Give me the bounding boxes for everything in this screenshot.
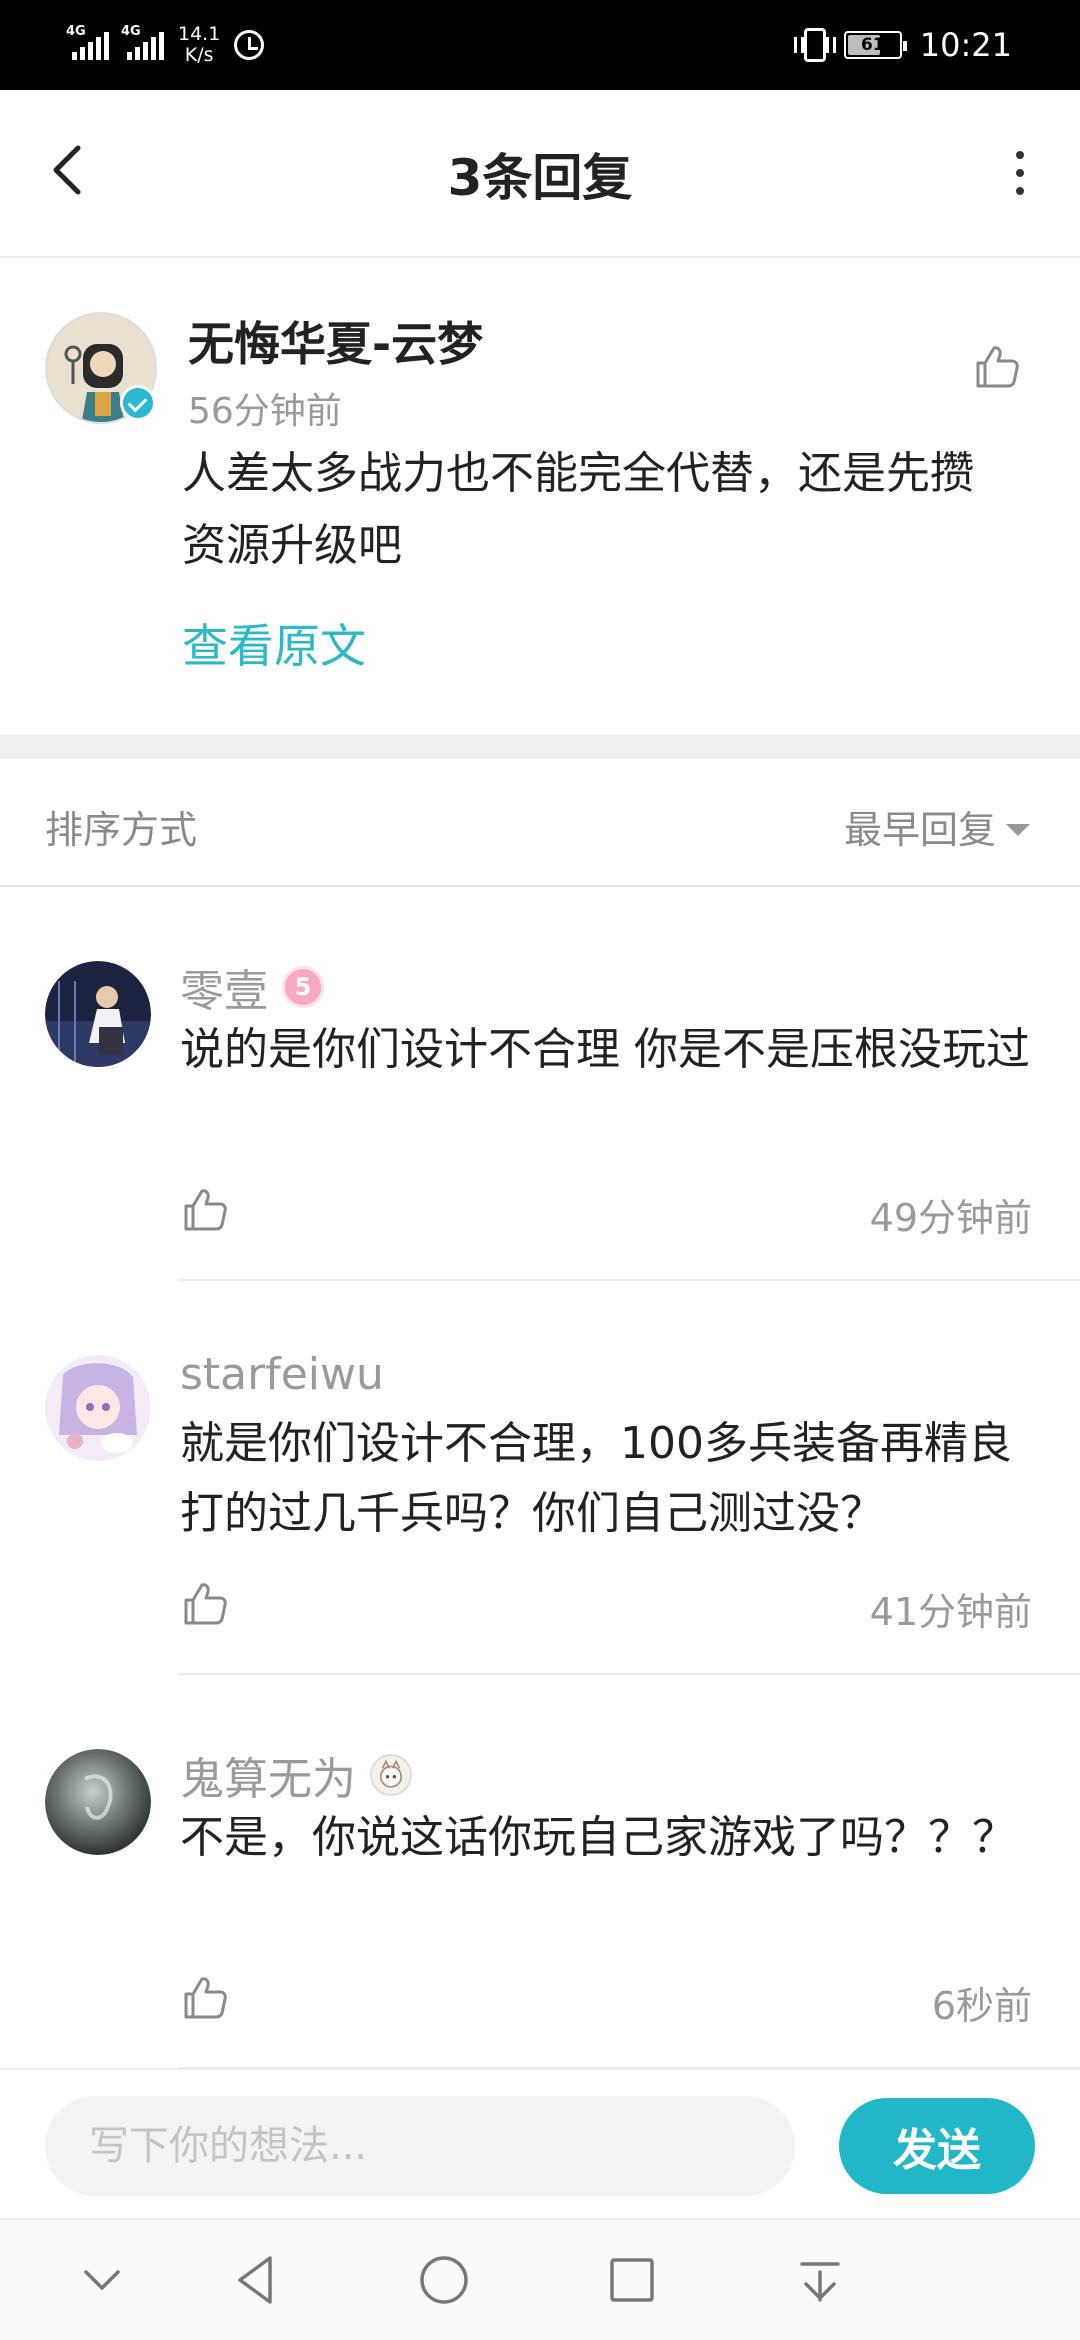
reply-author[interactable]: starfeiwu — [180, 1349, 384, 1400]
nav-recents-button[interactable] — [602, 2250, 662, 2310]
alarm-icon — [234, 30, 265, 60]
verified-check-icon — [120, 385, 156, 421]
speed-value: 14.1 — [178, 23, 221, 45]
nav-download-button[interactable] — [790, 2250, 850, 2310]
like-button[interactable] — [180, 1579, 230, 1629]
reply-item: starfeiwu 就是你们设计不合理，100多兵装备再精良打的过几千兵吗？你们… — [0, 1283, 1080, 1675]
more-options-button[interactable] — [990, 138, 1050, 208]
sort-bar: 排序方式 最早回复 — [0, 759, 1080, 887]
reply-time: 41分钟前 — [869, 1590, 1032, 1634]
reply-text: 不是，你说这话你玩自己家游戏了吗？？？ — [180, 1812, 1016, 1863]
nav-download-icon — [800, 2262, 840, 2302]
post-time: 56分钟前 — [188, 391, 342, 432]
signal-strength-icon-2: 4G — [121, 24, 164, 60]
divider — [178, 1279, 1080, 1281]
reply-text: 说的是你们设计不合理 你是不是压根没玩过 — [180, 1024, 1030, 1075]
chibi-badge-icon — [370, 1754, 412, 1796]
reply-author-name: starfeiwu — [180, 1349, 384, 1400]
collapse-button[interactable] — [72, 2250, 132, 2310]
comment-input[interactable] — [45, 2096, 795, 2196]
nav-recents-square-icon — [610, 2258, 654, 2302]
reply-item: 鬼算无为 不是，你说这话你玩自己家游戏了吗？？？ 6秒前 — [0, 1677, 1080, 2069]
view-original-link[interactable]: 查看原文 — [182, 610, 366, 676]
status-bar: 4G 4G 14.1 K/s 61 10:21 — [0, 0, 1080, 90]
like-button[interactable] — [180, 1973, 230, 2023]
thumbs-up-icon — [184, 1583, 227, 1625]
sort-label: 排序方式 — [45, 808, 198, 852]
like-button[interactable] — [180, 1185, 230, 1235]
comment-input-bar: 发送 — [0, 2068, 1080, 2218]
vibrate-icon — [793, 28, 836, 62]
nav-home-button[interactable] — [414, 2250, 474, 2310]
reply-time: 6秒前 — [931, 1984, 1032, 2028]
nav-back-button[interactable] — [226, 2250, 286, 2310]
network-type-label: 4G — [121, 24, 141, 39]
battery-icon: 61 — [843, 31, 907, 59]
thumbs-up-icon — [976, 346, 1019, 388]
nav-home-circle-icon — [420, 2256, 468, 2304]
thumbs-up-icon — [184, 1977, 227, 2019]
network-speed: 14.1 K/s — [178, 24, 220, 66]
speed-unit: K/s — [184, 44, 214, 66]
author-name[interactable]: 无悔华夏-云梦 — [188, 308, 483, 374]
top-nav-bar: 3条回复 — [0, 90, 1080, 258]
page-title: 3条回复 — [447, 149, 633, 207]
divider — [178, 1673, 1080, 1675]
network-type-label: 4G — [66, 24, 86, 39]
thumbs-up-icon — [184, 1189, 227, 1231]
avatar[interactable] — [45, 1749, 151, 1855]
more-vertical-icon — [1016, 151, 1024, 159]
avatar[interactable] — [45, 1355, 151, 1461]
level-badge-icon: 5 — [282, 966, 324, 1008]
sort-selected-value: 最早回复 — [843, 808, 996, 852]
battery-level: 61 — [860, 35, 885, 55]
reply-author-name: 鬼算无为 — [180, 1754, 356, 1805]
reply-text: 就是你们设计不合理，100多兵装备再精良打的过几千兵吗？你们自己测过没？ — [180, 1418, 1012, 1539]
original-comment: 无悔华夏-云梦 56分钟前 人差太多战力也不能完全代替，还是先攒资源升级吧 查看… — [0, 260, 1080, 735]
reply-item: 零壹 5 说的是你们设计不合理 你是不是压根没玩过 49分钟前 — [0, 889, 1080, 1281]
nav-back-triangle-icon — [238, 2256, 272, 2304]
like-button[interactable] — [972, 342, 1022, 392]
comment-text: 人差太多战力也不能完全代替，还是先攒资源升级吧 — [182, 448, 974, 571]
dropdown-caret-icon — [1006, 823, 1030, 836]
clock: 10:21 — [919, 26, 1012, 64]
system-navigation-bar — [0, 2218, 1080, 2340]
collapse-chevron-icon — [84, 2270, 120, 2290]
sort-dropdown[interactable]: 最早回复 — [844, 799, 1030, 854]
reply-author-name: 零壹 — [180, 966, 268, 1017]
send-button[interactable]: 发送 — [839, 2098, 1035, 2194]
signal-strength-icon-1: 4G — [66, 24, 109, 60]
avatar[interactable] — [45, 961, 151, 1067]
section-divider — [0, 735, 1080, 759]
reply-author[interactable]: 零壹 5 — [180, 955, 324, 1019]
reply-author[interactable]: 鬼算无为 — [180, 1743, 412, 1807]
reply-time: 49分钟前 — [869, 1196, 1032, 1240]
